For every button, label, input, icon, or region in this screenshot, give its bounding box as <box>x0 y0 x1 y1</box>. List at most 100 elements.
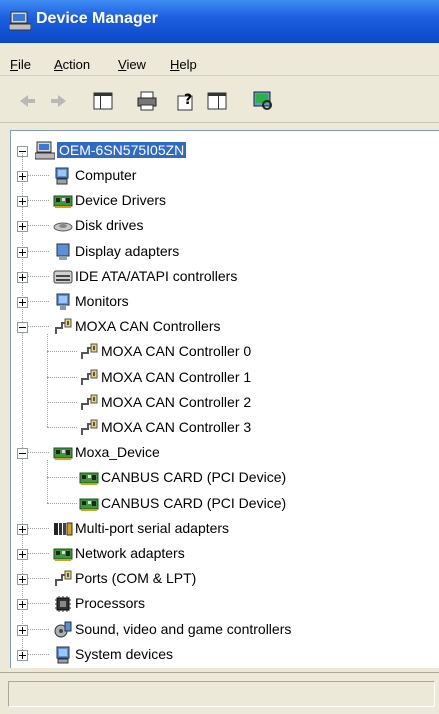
expand-button[interactable] <box>17 221 28 233</box>
tree-guide-line <box>47 334 48 427</box>
expand-button[interactable] <box>17 599 28 611</box>
tree-guide-line <box>47 502 77 504</box>
tree-guide-line <box>47 401 77 403</box>
board-icon <box>79 472 99 486</box>
processor-icon <box>55 596 71 613</box>
tree-device-canbus-card-pci-device[interactable]: CANBUS CARD (PCI Device) <box>11 491 431 516</box>
tree-item-label: Device Drivers <box>75 192 167 209</box>
serial-icon <box>54 522 73 536</box>
menu-help[interactable]: Help <box>170 57 197 72</box>
tree-item-label: MOXA CAN Controller 3 <box>101 419 252 435</box>
port-icon <box>81 419 98 435</box>
tree-category-sound-video-and-game-controllers[interactable]: Sound, video and game controllers <box>11 617 431 642</box>
menu-file[interactable]: File <box>10 57 31 72</box>
tree-guide-line <box>47 427 77 428</box>
expand-button[interactable] <box>17 624 28 636</box>
monitor-icon <box>56 293 70 310</box>
tree-item-label: Processors <box>75 595 146 612</box>
expand-button[interactable] <box>17 171 28 182</box>
tree-item-label: MOXA CAN Controller 2 <box>101 393 252 410</box>
tree-device-canbus-card-pci-device[interactable]: CANBUS CARD (PCI Device) <box>11 465 431 490</box>
tree-item-label: System devices <box>75 645 174 662</box>
tree-category-computer[interactable]: Computer <box>11 163 431 188</box>
tree-item-label: Disk drives <box>75 217 144 234</box>
svg-text:?: ? <box>184 92 192 108</box>
tree-category-network-adapters[interactable]: Network adapters <box>11 541 431 566</box>
tree-category-processors[interactable]: Processors <box>11 591 431 616</box>
tree-category-display-adapters[interactable]: Display adapters <box>11 239 431 264</box>
expand-button[interactable] <box>17 297 28 308</box>
tree-category-disk-drives[interactable]: Disk drives <box>11 213 431 238</box>
tree-device-moxa-can-controller-0[interactable]: MOXA CAN Controller 0 <box>11 339 431 364</box>
title-bar[interactable]: Device Manager <box>0 0 439 43</box>
help-icon[interactable]: ? <box>176 90 198 112</box>
tree-item-label: MOXA CAN Controller 0 <box>101 343 252 360</box>
status-bar <box>0 672 439 714</box>
tree-item-label: CANBUS CARD (PCI Device) <box>101 494 287 511</box>
computer-icon <box>55 167 69 185</box>
sound-icon <box>54 621 72 638</box>
tree-category-monitors[interactable]: Monitors <box>11 289 431 314</box>
expand-button[interactable] <box>17 246 28 258</box>
scan-hardware-icon[interactable] <box>252 90 274 112</box>
tree-category-device-drivers[interactable]: Device Drivers <box>11 188 431 213</box>
tree-item-label: IDE ATA/ATAPI controllers <box>75 267 238 284</box>
tree-item-label: CANBUS CARD (PCI Device) <box>101 469 287 486</box>
tree-device-moxa-can-controller-3[interactable]: MOXA CAN Controller 3 <box>11 415 431 440</box>
tree-guide-line <box>47 376 77 378</box>
expand-button[interactable] <box>17 574 28 586</box>
disk-icon <box>53 222 73 232</box>
show-hide-tree-icon[interactable] <box>92 90 114 112</box>
ide-icon <box>53 270 73 284</box>
port-icon <box>81 369 98 385</box>
tree-root-label: OEM-6SN575I05ZN <box>57 142 187 158</box>
tree-item-label: Multi-port serial adapters <box>75 519 230 536</box>
system-icon <box>56 646 70 664</box>
collapse-button[interactable] <box>17 322 28 334</box>
tree-category-multi-port-serial-adapters[interactable]: Multi-port serial adapters <box>11 516 431 541</box>
expand-button[interactable] <box>17 271 28 283</box>
menu-view[interactable]: View <box>118 57 146 72</box>
tree-item-label: Network adapters <box>75 545 185 561</box>
port-icon <box>55 318 72 335</box>
tree-item-label: Sound, video and game controllers <box>75 620 292 637</box>
display-icon <box>56 243 70 260</box>
expand-button[interactable] <box>17 523 28 535</box>
expand-button[interactable] <box>17 196 28 208</box>
expand-button[interactable] <box>17 549 28 560</box>
print-icon[interactable] <box>136 90 158 112</box>
board-icon <box>53 447 73 461</box>
tree-guide-line <box>47 460 48 503</box>
expand-button[interactable] <box>17 649 28 661</box>
back-icon[interactable] <box>16 90 38 112</box>
tree-category-system-devices[interactable]: System devices <box>11 642 431 667</box>
port-icon <box>55 570 72 587</box>
window-title: Device Manager <box>36 10 158 27</box>
tree-device-moxa-can-controller-2[interactable]: MOXA CAN Controller 2 <box>11 390 431 415</box>
tree-device-moxa-can-controller-1[interactable]: MOXA CAN Controller 1 <box>11 365 431 390</box>
tree-category-ports-com-lpt[interactable]: Ports (COM & LPT) <box>11 566 431 591</box>
port-icon <box>81 394 98 410</box>
menu-bar: File Action View Help <box>0 43 439 76</box>
tree-category-ide-ata-atapi-controllers[interactable]: IDE ATA/ATAPI controllers <box>11 264 431 289</box>
toolbar: ? <box>0 76 439 123</box>
tree-category-moxa-device[interactable]: Moxa_Device <box>11 440 431 465</box>
board-icon <box>79 498 99 511</box>
computer-icon <box>35 141 55 160</box>
tree-category-moxa-can-controllers[interactable]: MOXA CAN Controllers <box>11 314 431 339</box>
forward-icon[interactable] <box>48 90 70 112</box>
port-icon <box>81 343 98 360</box>
tree-item-label: Ports (COM & LPT) <box>75 570 197 587</box>
tree-item-label: Moxa_Device <box>75 444 160 461</box>
tree-item-label: MOXA CAN Controllers <box>75 318 221 335</box>
tree-item-label: Display adapters <box>75 242 180 259</box>
board-icon <box>53 195 73 209</box>
tree-guide-line <box>47 351 77 353</box>
device-manager-icon <box>9 11 31 31</box>
device-tree[interactable]: OEM-6SN575I05ZN Computer Device Drivers Di… <box>10 130 439 668</box>
tree-root[interactable]: OEM-6SN575I05ZN <box>11 138 431 163</box>
collapse-button[interactable] <box>17 448 28 460</box>
board-icon <box>53 548 73 561</box>
menu-action[interactable]: Action <box>54 57 90 72</box>
properties-icon[interactable] <box>206 90 228 112</box>
